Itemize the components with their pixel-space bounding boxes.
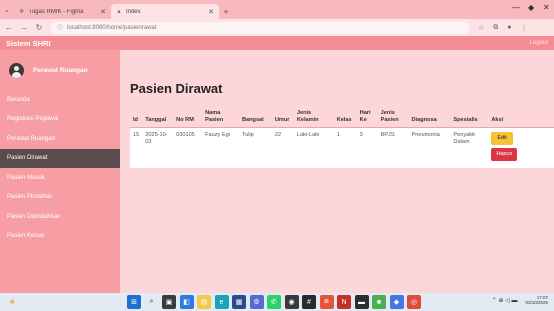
- forward-icon[interactable]: →: [18, 23, 30, 32]
- sidebar-item-pasien-keluar[interactable]: Pasien Keluar: [0, 227, 120, 247]
- cell-jenis-pasien: BPJS: [380, 131, 395, 138]
- photos-icon[interactable]: ◆: [389, 295, 404, 309]
- terminal-icon[interactable]: ▬: [354, 295, 369, 309]
- cell-jenis-kelamin: Laki-Laki: [296, 131, 320, 138]
- column-header: No RM: [173, 102, 203, 128]
- app-brand[interactable]: Sistem SHRI: [6, 39, 51, 48]
- more-menu-icon[interactable]: ⋮: [521, 24, 528, 32]
- sidebar-profile: Perawat Ruangan: [0, 50, 120, 90]
- url-field[interactable]: ⓘ localhost:8080/home/pasienrawat: [51, 21, 469, 34]
- sidebar-item-pasien-dipindahkan[interactable]: Pasien Dipindahkan: [0, 207, 120, 227]
- cell-id: 15: [133, 131, 140, 138]
- reload-icon[interactable]: ↻: [33, 23, 45, 32]
- minimize-icon[interactable]: —: [512, 3, 520, 12]
- edge-icon[interactable]: e: [214, 295, 229, 309]
- page-icon: ▲: [116, 8, 122, 15]
- cell-hari-ke: 3: [359, 131, 363, 138]
- cell-tanggal: 2025-10-03: [145, 131, 168, 145]
- column-header: Tanggal: [142, 102, 174, 128]
- tab-label: Index: [125, 8, 141, 15]
- url-text: localhost:8080/home/pasienrawat: [67, 24, 157, 31]
- whatsapp-icon[interactable]: ✆: [267, 295, 281, 309]
- system-tray: ⌃ ⊕ ◁ ▬ 17:07 03/10/2025: [492, 295, 548, 305]
- cell-bangsal: Tulip: [241, 131, 254, 138]
- clock-date: 03/10/2025: [525, 300, 548, 305]
- browser-tab-active[interactable]: ▲ Index ✕: [111, 4, 219, 19]
- weather-icon[interactable]: ☀: [5, 297, 19, 308]
- figma-icon: ❖: [19, 9, 25, 15]
- column-header: Jenis Pasien: [377, 102, 409, 128]
- windows-start-icon[interactable]: ⊞: [127, 295, 141, 309]
- store-icon[interactable]: ▦: [232, 295, 246, 309]
- tray-overflow-icon[interactable]: ⌃ ⊕ ◁ ▬: [492, 297, 518, 304]
- column-header: Id: [130, 102, 143, 128]
- browser-tab[interactable]: ❖ Tugas RMIK - Figma ✕: [14, 4, 111, 19]
- bookmark-star-icon[interactable]: ☆: [478, 24, 484, 32]
- sidebar-item-perawat-ruangan[interactable]: Perawat Ruangan: [0, 129, 120, 149]
- cell-kelas: 1: [336, 131, 340, 138]
- window-close-icon[interactable]: ✕: [543, 3, 550, 12]
- address-bar: ← → ↻ ⓘ localhost:8080/home/pasienrawat …: [0, 19, 554, 36]
- back-icon[interactable]: ←: [3, 23, 15, 32]
- delete-button[interactable]: Hapus: [491, 147, 518, 161]
- close-icon[interactable]: ✕: [208, 8, 214, 16]
- page-title: Pasien Dirawat: [130, 81, 223, 96]
- tab-label: Tugas RMIK - Figma: [28, 8, 84, 15]
- cell-nama-pasien: Fauzy Egi: [205, 131, 230, 138]
- notion-icon[interactable]: N: [337, 295, 351, 309]
- tab-search-icon[interactable]: ⌄: [0, 0, 14, 19]
- sidebar-item-registrasi-pegawai[interactable]: Registrasi Pegawai: [0, 110, 120, 130]
- app-icon[interactable]: ■: [372, 295, 386, 309]
- profile-name: Perawat Ruangan: [33, 66, 88, 74]
- cell-diagnosa: Pneumonia: [411, 131, 440, 138]
- file-explorer-icon[interactable]: ▤: [197, 295, 211, 309]
- patients-table: Id Tanggal No RM Nama Pasien Bangsal Umu…: [130, 102, 554, 168]
- sidebar-item-beranda[interactable]: Beranda: [0, 90, 120, 110]
- widgets-icon[interactable]: ◧: [179, 295, 194, 309]
- column-header: Umur: [271, 102, 294, 128]
- taskbar-app-icons: ⊞ ⌕ ▣ ◧ ▤ e ▦ ⚙ ✆ ◉ # ⧈ N ▬ ■ ◆ ◎: [127, 295, 425, 309]
- obsidian-icon[interactable]: #: [302, 295, 316, 309]
- column-header: Spesialis: [450, 102, 489, 128]
- task-view-icon[interactable]: ▣: [162, 295, 176, 309]
- maximize-icon[interactable]: ◆: [528, 3, 534, 12]
- avatar: [9, 62, 24, 78]
- column-header: Jenis Kelamin: [293, 102, 334, 128]
- taskbar: ☀ ⊞ ⌕ ▣ ◧ ▤ e ▦ ⚙ ✆ ◉ # ⧈ N ▬ ■ ◆ ◎ ⌃ ⊕ …: [0, 293, 554, 311]
- chrome-icon[interactable]: ◎: [407, 295, 421, 309]
- column-header: Nama Pasien: [202, 102, 239, 128]
- close-icon[interactable]: ✕: [100, 8, 106, 16]
- clock[interactable]: 17:07 03/10/2025: [525, 295, 548, 305]
- extensions-icon[interactable]: ⧉: [493, 24, 498, 32]
- sidebar-item-pasien-masuk[interactable]: Pasien Masuk: [0, 168, 120, 188]
- vscode-icon[interactable]: ⧈: [319, 295, 334, 309]
- table-row: 15 2025-10-03 030105 Fauzy Egi Tulip 22 …: [130, 127, 554, 168]
- column-header: Aksi: [488, 102, 554, 128]
- info-icon[interactable]: ⓘ: [57, 23, 63, 32]
- column-header: Kelas: [333, 102, 357, 128]
- cell-umur: 22: [274, 131, 282, 138]
- profile-icon[interactable]: ●: [507, 24, 511, 31]
- new-tab-button[interactable]: +: [219, 4, 233, 19]
- main-content: Pasien Dirawat Id Tanggal No RM Nama Pas…: [120, 50, 554, 293]
- browser-tab-strip: ⌄ ❖ Tugas RMIK - Figma ✕ ▲ Index ✕ + — ◆…: [0, 0, 554, 19]
- search-icon[interactable]: ⌕: [145, 295, 159, 309]
- edit-button[interactable]: Edit: [491, 131, 513, 145]
- app-header: Sistem SHRI Logout: [0, 36, 554, 50]
- sidebar: Perawat Ruangan Beranda Registrasi Pegaw…: [0, 50, 120, 293]
- cell-aksi: Edit Hapus: [488, 127, 554, 168]
- table-header-row: Id Tanggal No RM Nama Pasien Bangsal Umu…: [130, 102, 554, 128]
- cell-no-rm: 030105: [176, 131, 195, 138]
- logout-link[interactable]: Logout: [530, 40, 548, 46]
- settings-icon[interactable]: ⚙: [249, 295, 264, 309]
- obs-icon[interactable]: ◉: [284, 295, 299, 309]
- sidebar-item-pasien-pindahan[interactable]: Pasien Pindahan: [0, 188, 120, 208]
- column-header: Bangsal: [238, 102, 272, 128]
- sidebar-item-pasien-dirawat[interactable]: Pasien Dirawat: [0, 148, 120, 168]
- cell-spesialis: Penyakit Dalam: [453, 131, 475, 145]
- column-header: Hari Ke: [356, 102, 378, 128]
- column-header: Diagnosa: [408, 102, 451, 128]
